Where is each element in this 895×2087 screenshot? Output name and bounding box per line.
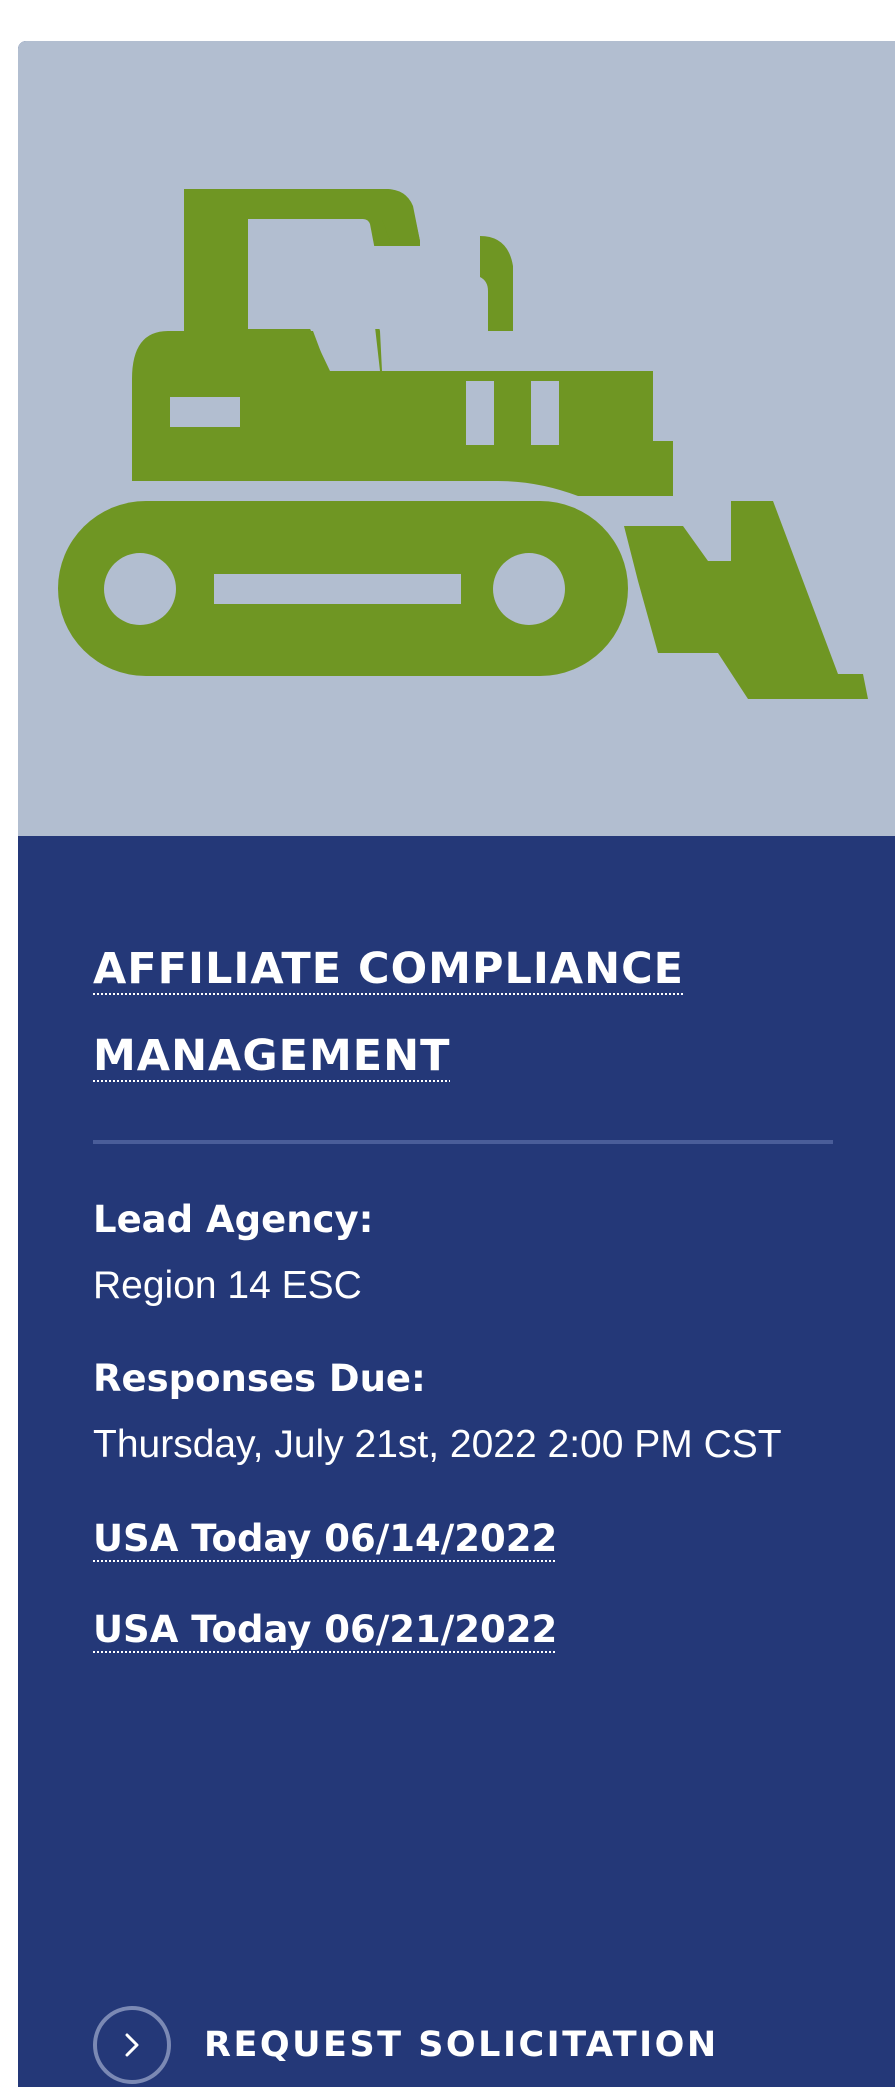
chevron-right-icon: [93, 2006, 171, 2084]
lead-agency-value: Region 14 ESC: [93, 1264, 362, 1307]
responses-due-label: Responses Due:: [93, 1357, 426, 1400]
request-solicitation-button[interactable]: REQUEST SOLICITATION: [93, 2006, 719, 2084]
solicitation-title-line1[interactable]: AFFILIATE COMPLIANCE: [93, 944, 684, 994]
lead-agency-label: Lead Agency:: [93, 1198, 374, 1241]
usa-today-link-1[interactable]: USA Today 06/14/2022: [93, 1517, 557, 1560]
solicitation-title-line2[interactable]: MANAGEMENT: [93, 1031, 451, 1081]
card-details: AFFILIATE COMPLIANCE MANAGEMENT Lead Age…: [18, 836, 895, 2087]
usa-today-link-2[interactable]: USA Today 06/21/2022: [93, 1608, 557, 1651]
solicitation-title: AFFILIATE COMPLIANCE MANAGEMENT: [93, 926, 813, 1100]
divider: [93, 1140, 833, 1144]
responses-due-value: Thursday, July 21st, 2022 2:00 PM CST: [93, 1423, 782, 1466]
request-solicitation-label: REQUEST SOLICITATION: [204, 2025, 719, 2065]
solicitation-card: AFFILIATE COMPLIANCE MANAGEMENT Lead Age…: [18, 41, 895, 2087]
bulldozer-icon: [58, 189, 868, 699]
card-image: [18, 41, 895, 836]
